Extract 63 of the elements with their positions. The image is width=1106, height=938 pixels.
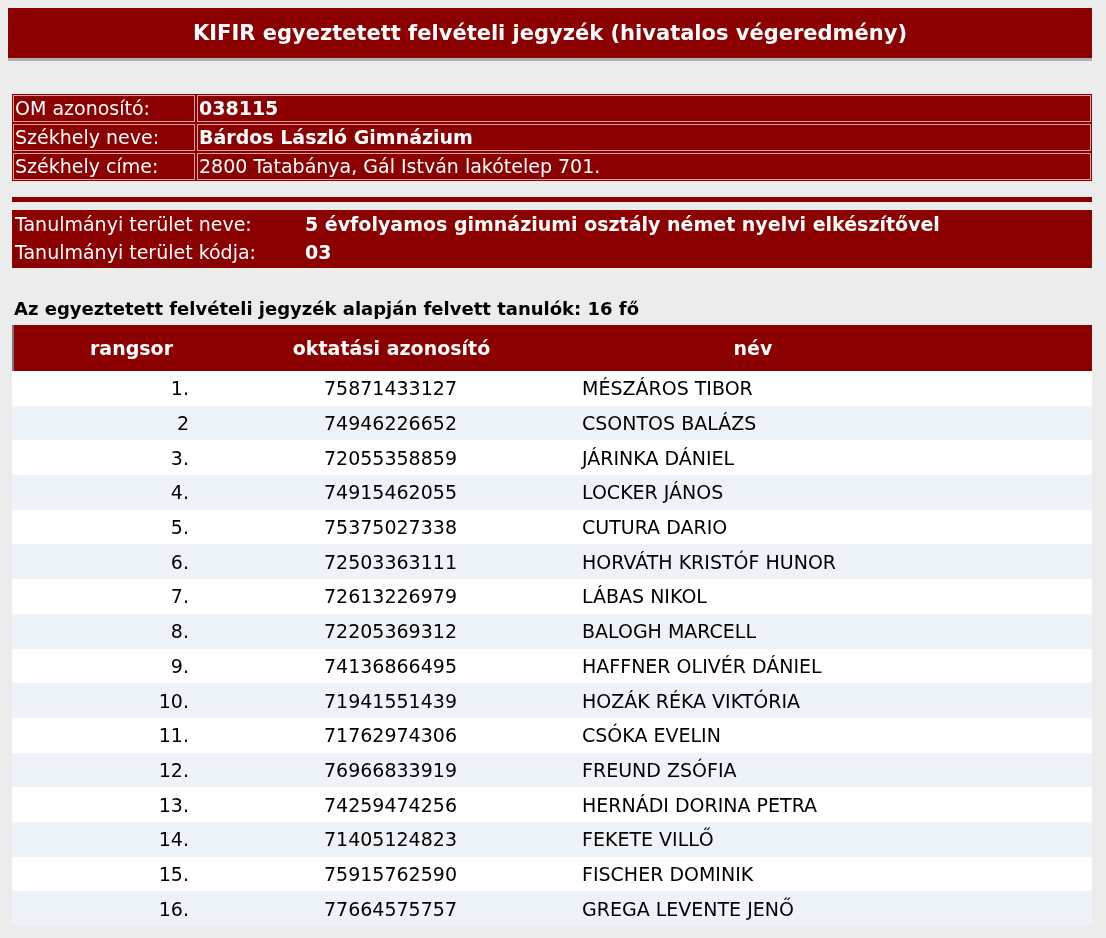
table-cell-text: LOCKER JÁNOS	[581, 481, 725, 504]
table-cell-text: FREUND ZSÓFIA	[581, 758, 738, 781]
column-header: név	[732, 337, 774, 359]
table-cell-text: 71405124823	[323, 828, 458, 851]
table-cell-text: 74136866495	[323, 654, 458, 677]
table-cell-text: 75375027338	[323, 516, 458, 539]
table-cell-text: 16.	[157, 897, 190, 920]
table-cell-text: 8.	[169, 620, 190, 643]
field-label: Tanulmányi terület neve:	[14, 212, 253, 237]
table-cell-text: 72613226979	[323, 585, 458, 608]
table-cell-text: FISCHER DOMINIK	[581, 862, 755, 885]
table-cell-text: 77664575757	[323, 897, 458, 920]
table-cell-text: 71941551439	[323, 689, 458, 712]
table-cell-text: 2	[175, 412, 190, 435]
field-label: OM azonosító:	[13, 95, 195, 122]
field-value: 5 évfolyamos gimnáziumi osztály német nyelvi elkészítővel	[304, 212, 941, 237]
table-cell-text: GREGA LEVENTE JENŐ	[581, 897, 795, 920]
table-cell-text: HOZÁK RÉKA VIKTÓRIA	[581, 689, 802, 712]
table-cell-text: 76966833919	[323, 758, 458, 781]
table-cell-text: 75915762590	[323, 862, 458, 885]
table-cell-text: 1.	[169, 377, 190, 400]
table-cell-text: 7.	[169, 585, 190, 608]
table-cell-text: HERNÁDI DORINA PETRA	[581, 793, 819, 816]
table-cell-text: JÁRINKA DÁNIEL	[580, 446, 736, 469]
table-cell-text: CSÓKA EVELIN	[581, 724, 722, 747]
column-header: oktatási azonosító	[291, 337, 492, 359]
table-cell-text: 3.	[169, 446, 190, 469]
table-cell-text: 10.	[157, 689, 190, 712]
table-cell-text: CUTURA DARIO	[581, 516, 729, 539]
table-cell-text: HAFFNER OLIVÉR DÁNIEL	[581, 654, 823, 677]
table-cell-text: 75871433127	[323, 377, 458, 400]
field-value: Bárdos László Gimnázium	[197, 124, 1091, 151]
summary-text: Az egyeztetett felvételi jegyzék alapján felvett tanulók: 16 fő	[14, 298, 640, 319]
table-cell-text: MÉSZÁROS TIBOR	[581, 377, 754, 400]
column-header: rangsor	[88, 337, 175, 359]
table-cell-text: 74915462055	[323, 481, 458, 504]
field-label: Székhely neve:	[13, 124, 195, 151]
field-value: 038115	[197, 95, 1091, 122]
table-cell-text: LÁBAS NIKOL	[581, 585, 708, 608]
field-value: 03	[304, 240, 333, 265]
table-cell-text: 14.	[157, 828, 190, 851]
field-value: 2800 Tatabánya, Gál István lakótelep 701.	[197, 153, 1091, 180]
table-cell-text: 6.	[169, 550, 190, 573]
table-cell-text: FEKETE VILLŐ	[581, 828, 715, 851]
field-label: Székhely címe:	[13, 153, 195, 180]
table-cell-text: CSONTOS BALÁZS	[581, 412, 758, 435]
table-cell-text: HORVÁTH KRISTÓF HUNOR	[581, 550, 838, 573]
table-cell-text: 13.	[157, 793, 190, 816]
table-cell-text: 12.	[157, 758, 190, 781]
table-cell-text: 74946226652	[323, 412, 458, 435]
table-cell-text: 15.	[157, 862, 190, 885]
table-cell-text: 72055358859	[323, 446, 458, 469]
table-cell-text: 5.	[169, 516, 190, 539]
page-title: KIFIR egyeztetett felvételi jegyzék (hivatalos végeredmény)	[8, 8, 1092, 61]
table-cell-text: 72205369312	[323, 620, 458, 643]
table-cell-text: 72503363111	[323, 550, 458, 573]
table-cell-text: 4.	[169, 481, 190, 504]
table-cell-text: 11.	[157, 724, 190, 747]
table-cell-text: BALOGH MARCELL	[581, 620, 758, 643]
table-cell-text: 74259474256	[323, 793, 458, 816]
table-cell-text: 71762974306	[323, 724, 458, 747]
field-label: Tanulmányi terület kódja:	[14, 240, 257, 265]
table-cell-text: 9.	[169, 654, 190, 677]
